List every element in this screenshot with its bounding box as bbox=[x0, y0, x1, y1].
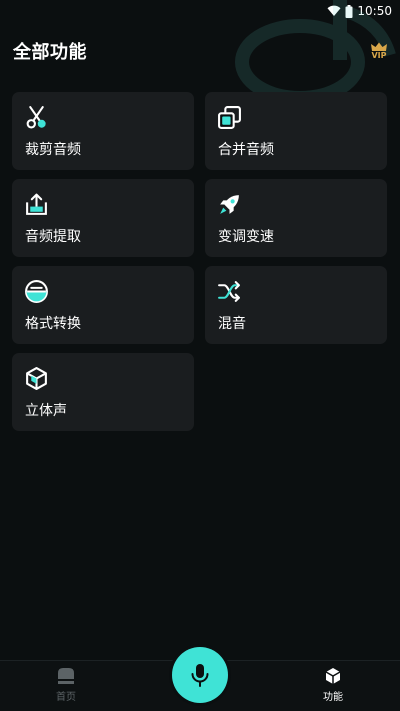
upload-tray-icon bbox=[26, 193, 47, 215]
feature-card-stereo[interactable]: 立体声 bbox=[12, 353, 194, 431]
vip-button[interactable]: VIP bbox=[369, 42, 389, 62]
cube-icon bbox=[26, 367, 47, 390]
feature-card-mix[interactable]: 混音 bbox=[205, 266, 387, 344]
feature-label: 立体声 bbox=[25, 403, 67, 419]
nav-label-features: 功能 bbox=[323, 692, 343, 703]
feature-label: 合并音频 bbox=[218, 142, 274, 158]
feature-card-extract-audio[interactable]: 音频提取 bbox=[12, 179, 194, 257]
feature-card-trim-audio[interactable]: 裁剪音频 bbox=[12, 92, 194, 170]
nav-tab-features[interactable]: 功能 bbox=[303, 667, 363, 707]
scissors-icon bbox=[26, 106, 46, 129]
feature-card-pitch-speed[interactable]: 变调变速 bbox=[205, 179, 387, 257]
cube-nav-icon bbox=[325, 668, 341, 684]
feature-label: 格式转换 bbox=[25, 316, 81, 332]
nav-tab-home[interactable]: 首页 bbox=[36, 667, 96, 707]
feature-card-format-convert[interactable]: 格式转换 bbox=[12, 266, 194, 344]
rocket-icon bbox=[220, 195, 239, 214]
feature-label: 混音 bbox=[218, 316, 246, 332]
nav-label-home: 首页 bbox=[56, 692, 76, 703]
feature-card-merge-audio[interactable]: 合并音频 bbox=[205, 92, 387, 170]
feature-label: 变调变速 bbox=[218, 229, 274, 245]
vip-label: VIP bbox=[371, 51, 387, 60]
feature-label: 裁剪音频 bbox=[25, 142, 81, 158]
home-icon bbox=[58, 668, 74, 684]
merge-icon bbox=[218, 106, 241, 129]
shuffle-icon bbox=[218, 281, 240, 302]
page-title: 全部功能 bbox=[13, 42, 87, 63]
format-convert-icon bbox=[25, 280, 48, 303]
microphone-icon bbox=[191, 664, 209, 687]
record-mic-button[interactable] bbox=[172, 647, 228, 703]
feature-label: 音频提取 bbox=[25, 229, 81, 245]
